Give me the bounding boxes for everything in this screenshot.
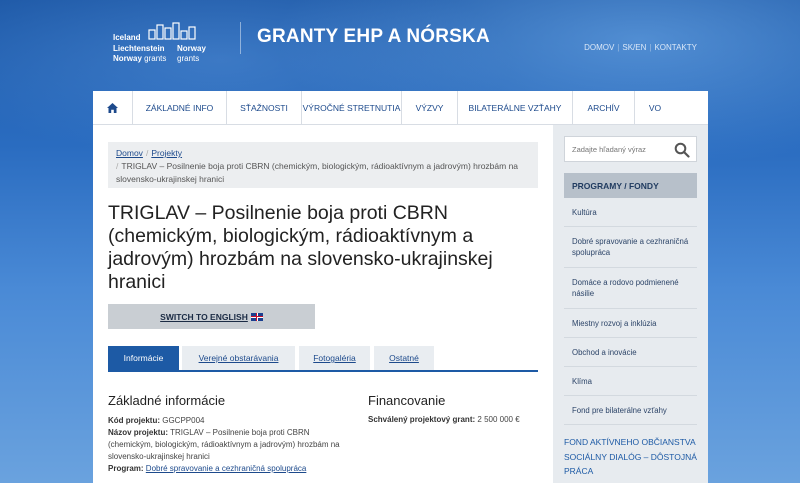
programs-menu: Kultúra Dobré spravovanie a cezhraničná … <box>564 198 697 425</box>
tab-public-procurement[interactable]: Verejné obstarávania <box>182 346 295 370</box>
logo-iceland: Iceland <box>113 33 141 42</box>
toplink-contacts[interactable]: KONTAKTY <box>654 43 697 52</box>
toplink-separator: | <box>649 43 652 52</box>
financing-heading: Financovanie <box>368 393 446 408</box>
logo-grants: grants <box>177 54 200 63</box>
nav-complaints[interactable]: SŤAŽNOSTI <box>227 91 302 125</box>
site-title[interactable]: GRANTY EHP A NÓRSKA <box>257 26 490 48</box>
nav-annual-meetings[interactable]: VÝROČNÉ STRETNUTIA <box>302 91 402 125</box>
toplink-separator: | <box>617 43 620 52</box>
basic-info-block: Kód projektu: GGCPP004 Názov projektu: T… <box>108 415 343 475</box>
breadcrumb-separator: / <box>116 161 119 171</box>
program-row: Program: Dobré spravovanie a cezhraničná… <box>108 464 307 473</box>
project-name-row: Názov projektu: TRIGLAV – Posilnenie boj… <box>108 428 340 461</box>
program-link[interactable]: Dobré spravovanie a cezhraničná spoluprá… <box>146 464 307 473</box>
uk-flag-icon <box>250 312 263 321</box>
breadcrumb-current: TRIGLAV – Posilnenie boja proti CBRN (ch… <box>116 161 519 184</box>
breadcrumb-separator: / <box>145 148 149 158</box>
page-title: TRIGLAV – Posilnenie boja proti CBRN (ch… <box>108 202 493 293</box>
basic-info-heading: Základné informácie <box>108 393 226 408</box>
menu-item-bilateral-fund[interactable]: Fond pre bilaterálne vzťahy <box>564 396 697 425</box>
home-icon <box>107 103 118 113</box>
tab-bar: Informácie Verejné obstarávania Fotogalé… <box>108 346 538 372</box>
toplink-language[interactable]: SK/EN <box>622 43 646 52</box>
switch-language-label: SWITCH TO ENGLISH <box>160 311 248 322</box>
tab-other[interactable]: Ostatné <box>374 346 434 370</box>
menu-item-business-innovation[interactable]: Obchod a inovácie <box>564 338 697 367</box>
site-header: Iceland Liechtenstein Norway grants Norw… <box>0 0 800 90</box>
nav-calls[interactable]: VÝZVY <box>402 91 458 125</box>
sidebar: Zadajte hľadaný výraz PROGRAMY / FONDY K… <box>553 125 708 483</box>
skyline-icon <box>148 22 196 40</box>
tab-photo-gallery[interactable]: Fotogaléria <box>299 346 370 370</box>
financing-block: Schválený projektový grant: 2 500 000 € <box>368 415 520 424</box>
fund-active-citizens[interactable]: FOND AKTÍVNEHO OBČIANSTVA <box>564 435 697 449</box>
programs-heading: PROGRAMY / FONDY <box>564 173 697 198</box>
main-navigation: ZÁKLADNÉ INFO SŤAŽNOSTI VÝROČNÉ STRETNUT… <box>93 91 708 125</box>
main-content: Domov / Projekty / TRIGLAV – Posilnenie boj… <box>93 125 553 483</box>
nav-home[interactable] <box>93 91 133 125</box>
menu-item-culture[interactable]: Kultúra <box>564 198 697 227</box>
menu-item-climate[interactable]: Klíma <box>564 367 697 396</box>
grant-label: Schválený projektový grant: <box>368 415 476 424</box>
project-code-value: GGCPP004 <box>162 416 205 425</box>
tab-information[interactable]: Informácie <box>108 346 179 370</box>
toplink-home[interactable]: DOMOV <box>584 43 614 52</box>
logo-norway: Norway <box>177 44 206 53</box>
top-links: DOMOV | SK/EN | KONTAKTY <box>584 43 697 52</box>
breadcrumb-projects[interactable]: Projekty <box>151 148 182 158</box>
nav-bilateral[interactable]: BILATERÁLNE VZŤAHY <box>458 91 573 125</box>
breadcrumb-home[interactable]: Domov <box>116 148 143 158</box>
nav-archive[interactable]: ARCHÍV <box>573 91 635 125</box>
search-icon[interactable] <box>674 142 690 158</box>
logo-norway-grants-left: Norway grants <box>113 54 167 63</box>
eea-grants-logo[interactable]: Iceland Liechtenstein Norway grants Norw… <box>113 22 223 67</box>
switch-language-button[interactable]: SWITCH TO ENGLISH <box>108 304 315 329</box>
menu-item-domestic-violence[interactable]: Domáce a rodovo podmienené násilie <box>564 268 697 309</box>
search-box[interactable]: Zadajte hľadaný výraz <box>564 136 697 162</box>
nav-vo[interactable]: VO <box>635 91 675 125</box>
grant-value: 2 500 000 € <box>477 415 520 424</box>
menu-item-local-development[interactable]: Miestny rozvoj a inklúzia <box>564 309 697 338</box>
menu-item-good-governance[interactable]: Dobré spravovanie a cezhraničná spoluprá… <box>564 227 697 268</box>
fund-social-dialogue[interactable]: SOCIÁLNY DIALÓG – DÔSTOJNÁ PRÁCA <box>564 450 697 478</box>
logo-liechtenstein: Liechtenstein <box>113 44 165 53</box>
search-placeholder: Zadajte hľadaný výraz <box>572 145 646 154</box>
project-code-row: Kód projektu: GGCPP004 <box>108 416 205 425</box>
nav-basic-info[interactable]: ZÁKLADNÉ INFO <box>133 91 227 125</box>
breadcrumb: Domov / Projekty / TRIGLAV – Posilnenie boj… <box>108 142 538 188</box>
header-divider <box>240 22 241 54</box>
